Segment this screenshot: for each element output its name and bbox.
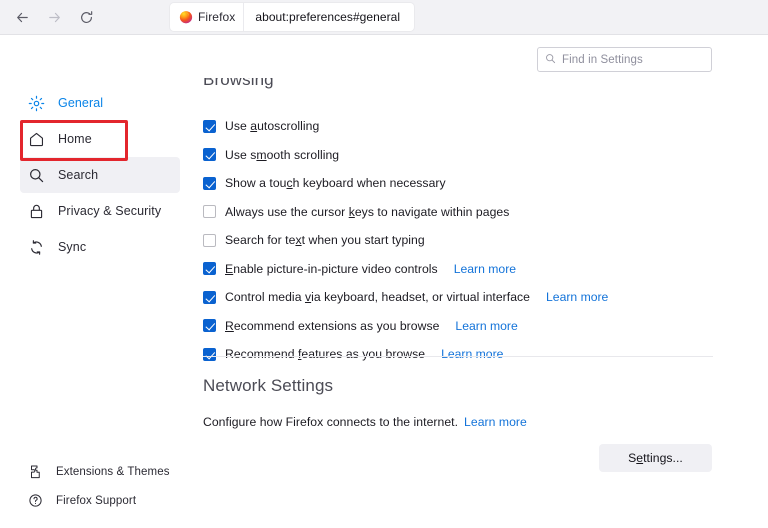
- learn-more-link[interactable]: Learn more: [455, 319, 517, 333]
- firefox-logo-icon: [179, 10, 193, 24]
- preferences-page: Find in Settings General H: [0, 36, 768, 528]
- checkbox-row-touch-keyboard[interactable]: Show a touch keyboard when necessary: [203, 169, 733, 198]
- url-text[interactable]: about:preferences#general: [244, 3, 414, 31]
- sidebar-item-label: Search: [58, 168, 98, 182]
- sidebar-item-home[interactable]: Home: [20, 121, 180, 157]
- sidebar-item-label: Sync: [58, 240, 86, 254]
- arrow-left-icon: [15, 10, 30, 25]
- checkbox-row-picture-in-picture[interactable]: Enable picture-in-picture video controls…: [203, 255, 733, 284]
- main-content: Browsing Use autoscrolling Use smooth sc…: [195, 36, 768, 528]
- sidebar-item-label: Extensions & Themes: [56, 466, 170, 478]
- learn-more-link[interactable]: Learn more: [454, 262, 516, 276]
- checkbox-label: Search for text when you start typing: [225, 233, 425, 247]
- extension-icon: [27, 464, 43, 480]
- back-button[interactable]: [6, 3, 38, 31]
- checkbox-row-search-for-text[interactable]: Search for text when you start typing: [203, 226, 733, 255]
- reload-button[interactable]: [70, 3, 102, 31]
- network-description-text: Configure how Firefox connects to the in…: [203, 415, 458, 429]
- checkbox-label: Use autoscrolling: [225, 119, 319, 133]
- sidebar-item-label: General: [58, 96, 103, 110]
- sidebar-item-general[interactable]: General: [20, 85, 180, 121]
- sidebar-item-extensions-themes[interactable]: Extensions & Themes: [20, 457, 180, 486]
- sidebar-item-firefox-support[interactable]: Firefox Support: [20, 486, 180, 515]
- network-settings-button[interactable]: Settings...: [599, 444, 712, 472]
- sidebar-item-sync[interactable]: Sync: [20, 229, 180, 265]
- checkbox-recommend-features[interactable]: [203, 348, 216, 361]
- checkbox-show-touch-keyboard[interactable]: [203, 177, 216, 190]
- checkbox-use-smooth-scrolling[interactable]: [203, 148, 216, 161]
- forward-button[interactable]: [38, 3, 70, 31]
- urlbar[interactable]: Firefox about:preferences#general: [170, 3, 414, 31]
- sidebar-bottom-list: Extensions & Themes Firefox Support: [0, 457, 195, 515]
- learn-more-link[interactable]: Learn more: [546, 290, 608, 304]
- search-icon: [27, 166, 45, 184]
- sidebar-item-label: Firefox Support: [56, 495, 136, 507]
- checkbox-row-use-smooth-scrolling[interactable]: Use smooth scrolling: [203, 141, 733, 170]
- network-settings-title: Network Settings: [203, 376, 333, 396]
- sidebar-primary-list: General Home Search: [0, 85, 195, 265]
- firefox-tab-chip[interactable]: Firefox: [170, 3, 244, 31]
- lock-icon: [27, 202, 45, 220]
- checkbox-row-recommend-extensions[interactable]: Recommend extensions as you browse Learn…: [203, 312, 733, 341]
- network-settings-description: Configure how Firefox connects to the in…: [203, 415, 527, 429]
- home-icon: [27, 130, 45, 148]
- network-settings-button-label: Settings...: [628, 451, 683, 465]
- checkbox-label: Control media via keyboard, headset, or …: [225, 290, 530, 304]
- browsing-heading-text: Browsing: [203, 78, 274, 90]
- section-divider: [203, 356, 713, 357]
- sidebar-item-privacy-security[interactable]: Privacy & Security: [20, 193, 180, 229]
- checkbox-label: Use smooth scrolling: [225, 148, 339, 162]
- browser-chrome: Firefox about:preferences#general: [0, 0, 768, 35]
- arrow-right-icon: [47, 10, 62, 25]
- sidebar-item-label: Privacy & Security: [58, 204, 161, 218]
- sidebar-item-label: Home: [58, 132, 92, 146]
- checkbox-recommend-extensions[interactable]: [203, 319, 216, 332]
- checkbox-search-for-text[interactable]: [203, 234, 216, 247]
- navigation-buttons: [6, 3, 102, 31]
- checkbox-always-use-cursor-keys[interactable]: [203, 205, 216, 218]
- checkbox-control-media[interactable]: [203, 291, 216, 304]
- sync-icon: [27, 238, 45, 256]
- checkbox-row-use-autoscrolling[interactable]: Use autoscrolling: [203, 112, 733, 141]
- learn-more-link[interactable]: Learn more: [441, 347, 503, 361]
- sidebar: General Home Search: [0, 36, 195, 528]
- checkbox-label: Show a touch keyboard when necessary: [225, 176, 446, 190]
- sidebar-item-search[interactable]: Search: [20, 157, 180, 193]
- browsing-section-heading: Browsing: [203, 78, 274, 95]
- checkbox-enable-picture-in-picture[interactable]: [203, 262, 216, 275]
- checkbox-label: Always use the cursor keys to navigate w…: [225, 205, 509, 219]
- learn-more-link[interactable]: Learn more: [464, 415, 527, 429]
- checkbox-row-recommend-features[interactable]: Recommend features as you browse Learn m…: [203, 340, 733, 369]
- checkbox-label: Enable picture-in-picture video controls: [225, 262, 438, 276]
- gear-icon: [27, 94, 45, 112]
- checkbox-label: Recommend extensions as you browse: [225, 319, 439, 333]
- checkbox-use-autoscrolling[interactable]: [203, 120, 216, 133]
- checkbox-label: Recommend features as you browse: [225, 347, 425, 361]
- checkbox-row-cursor-keys[interactable]: Always use the cursor keys to navigate w…: [203, 198, 733, 227]
- checkbox-row-control-media[interactable]: Control media via keyboard, headset, or …: [203, 283, 733, 312]
- tab-label: Firefox: [198, 10, 235, 24]
- reload-icon: [79, 10, 94, 25]
- help-circle-icon: [27, 493, 43, 509]
- browsing-options-list: Use autoscrolling Use smooth scrolling S…: [203, 112, 733, 369]
